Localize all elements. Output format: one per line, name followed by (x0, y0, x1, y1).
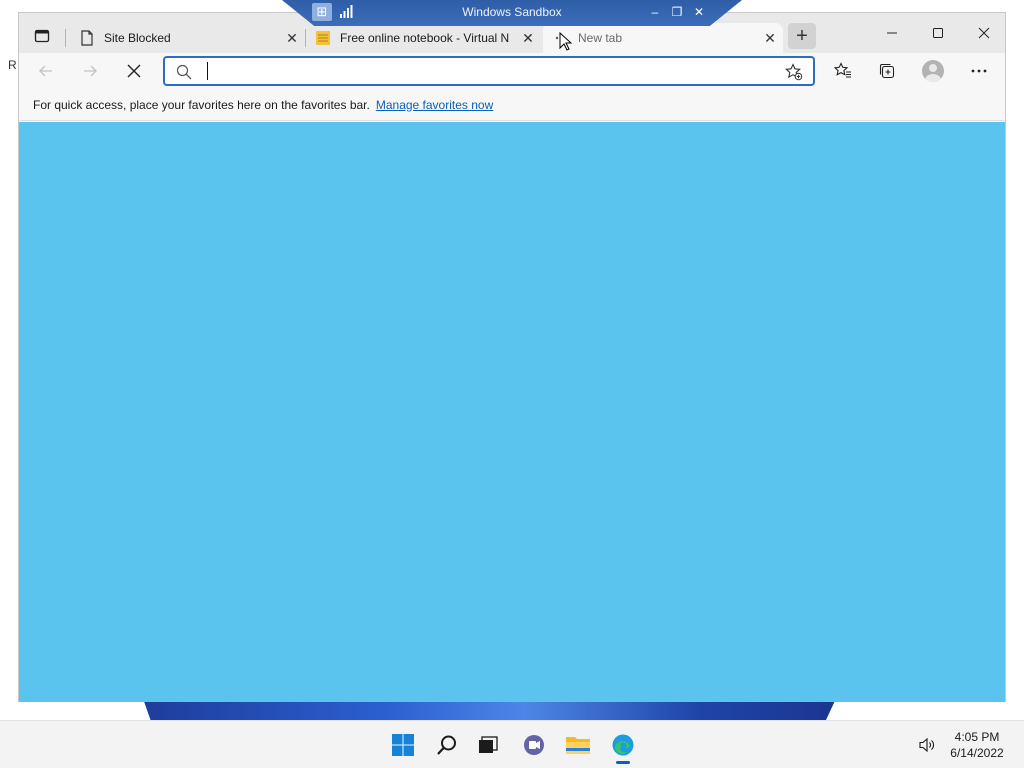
tab-new-tab[interactable]: New tab ✕ (543, 23, 783, 53)
sandbox-restore-icon[interactable]: ❐ (668, 3, 686, 21)
minimize-icon (887, 32, 897, 34)
notebook-icon (315, 30, 331, 46)
start-icon (392, 734, 414, 756)
favorites-bar: For quick access, place your favorites h… (19, 89, 1005, 121)
close-window-button[interactable] (961, 21, 1007, 45)
search-icon (176, 64, 192, 80)
arrow-right-icon (84, 65, 97, 77)
system-clock[interactable]: 4:05 PM 6/14/2022 (942, 729, 1012, 761)
desktop-edge-text: R (8, 58, 17, 72)
tab-site-blocked[interactable]: Site Blocked ✕ (79, 23, 301, 53)
close-tab-icon[interactable]: ✕ (519, 29, 537, 47)
chat-button[interactable] (518, 729, 550, 761)
volume-icon[interactable] (918, 736, 936, 754)
chat-icon (524, 735, 544, 755)
more-icon (971, 69, 987, 73)
file-explorer-button[interactable] (562, 729, 594, 761)
taskbar-search-button[interactable] (431, 729, 463, 761)
clock-time: 4:05 PM (954, 730, 1000, 744)
navigation-toolbar (19, 53, 1005, 89)
mouse-cursor-icon (559, 31, 573, 52)
file-explorer-icon (566, 737, 590, 754)
address-bar[interactable] (163, 56, 815, 86)
profile-button[interactable] (919, 58, 947, 84)
sandbox-minimize-icon[interactable]: – (646, 3, 664, 21)
arrow-left-icon (39, 65, 52, 77)
minimize-button[interactable] (869, 21, 915, 45)
task-view-icon (479, 736, 498, 753)
stop-loading-button[interactable] (119, 58, 149, 84)
forward-button[interactable] (75, 58, 105, 84)
collections-button[interactable] (873, 58, 901, 84)
close-icon (127, 64, 141, 78)
manage-favorites-link[interactable]: Manage favorites now (376, 98, 493, 112)
favorites-button[interactable] (829, 58, 857, 84)
close-tab-icon[interactable]: ✕ (761, 29, 779, 47)
address-input[interactable] (203, 61, 773, 81)
page-icon (79, 30, 95, 46)
tab-separator (305, 29, 306, 47)
tab-label: Site Blocked (104, 31, 171, 45)
clock-date: 6/14/2022 (950, 746, 1004, 760)
tab-actions-button[interactable] (29, 24, 55, 50)
page-content (19, 122, 1005, 702)
sandbox-close-icon[interactable]: ✕ (690, 3, 708, 21)
tab-notebook[interactable]: Free online notebook - Virtual N ✕ (315, 23, 537, 53)
start-button[interactable] (387, 729, 419, 761)
taskbar: 4:05 PM 6/14/2022 (0, 720, 1024, 768)
maximize-icon (933, 28, 943, 38)
tab-label: New tab (578, 31, 623, 45)
edge-button[interactable] (607, 729, 639, 764)
browser-window: Site Blocked ✕ Free online notebook - Vi… (18, 12, 1006, 702)
avatar (922, 60, 944, 82)
add-favorite-icon[interactable] (785, 63, 803, 81)
settings-more-button[interactable] (965, 58, 993, 84)
favorites-bar-message: For quick access, place your favorites h… (33, 97, 370, 112)
new-tab-button[interactable]: + (788, 23, 816, 49)
tab-separator (65, 29, 66, 47)
maximize-button[interactable] (915, 21, 961, 45)
favorites-icon (834, 62, 851, 78)
back-button[interactable] (31, 58, 61, 84)
close-icon (978, 27, 990, 39)
sandbox-title-bar: ⊞ Windows Sandbox – ❐ ✕ (282, 0, 742, 26)
search-icon (437, 735, 456, 755)
edge-icon (612, 734, 634, 756)
close-tab-icon[interactable]: ✕ (283, 29, 301, 47)
tab-actions-icon (34, 28, 50, 47)
tab-label: Free online notebook - Virtual N (340, 31, 510, 45)
text-caret (207, 62, 208, 80)
task-view-button[interactable] (472, 729, 504, 761)
plus-icon: + (796, 24, 808, 47)
collections-icon (879, 63, 895, 79)
